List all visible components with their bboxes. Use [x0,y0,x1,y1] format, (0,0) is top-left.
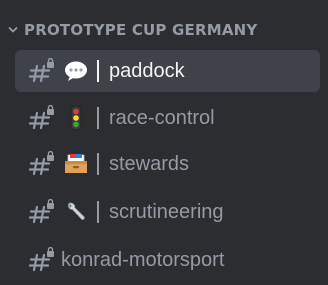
category-header-prototype-cup-germany[interactable]: PROTOTYPE CUP GERMANY [0,16,258,44]
channel-name: konrad-motorsport [61,248,225,271]
separator-bar [97,201,99,223]
channel-name: scrutineering [109,200,224,223]
channel-stewards[interactable]: stewards [15,143,320,185]
separator-bar [97,107,99,129]
channel-name: race-control [109,106,215,129]
card-file-box-emoji-icon [63,151,89,177]
locked-text-channel-icon [29,150,61,178]
chevron-down-icon [6,20,20,40]
locked-text-channel-icon [29,57,61,85]
channel-name: paddock [109,59,185,82]
wrench-emoji-icon [63,199,89,225]
traffic-light-emoji-icon [63,105,89,131]
speech-balloon-emoji-icon [63,58,89,84]
separator-bar [97,60,99,82]
channel-name: stewards [109,152,190,175]
channel-paddock[interactable]: paddock [15,50,320,92]
channel-race-control[interactable]: race-control [15,97,320,139]
separator-bar [97,153,99,175]
channel-scrutineering[interactable]: scrutineering [15,191,320,233]
locked-text-channel-icon [29,198,61,226]
locked-text-channel-icon [29,246,61,274]
category-label: PROTOTYPE CUP GERMANY [24,21,258,39]
channel-konrad-motorsport[interactable]: konrad-motorsport [15,239,320,281]
locked-text-channel-icon [29,104,61,132]
